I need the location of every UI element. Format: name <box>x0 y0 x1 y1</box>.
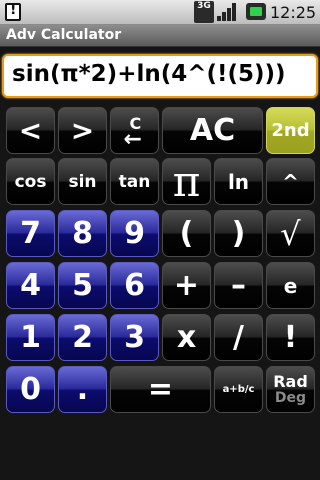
app-title-bar: Adv Calculator <box>0 25 320 47</box>
digit-4-button[interactable]: 4 <box>6 262 55 309</box>
factorial-label: ! <box>283 320 298 355</box>
euler-e-label: e <box>283 273 298 298</box>
cos-label: cos <box>14 171 47 192</box>
multiply-label: x <box>176 320 197 355</box>
equals-button[interactable]: = <box>110 366 211 413</box>
close-paren-label: ) <box>231 216 246 251</box>
network-type-label: 3G <box>197 1 211 11</box>
digit-3-label: 3 <box>124 320 145 355</box>
battery-charging-icon <box>246 3 266 20</box>
cursor-left-label: < <box>18 114 43 147</box>
sqrt-button[interactable]: √ <box>266 210 315 257</box>
cursor-left-button[interactable]: < <box>6 107 55 154</box>
pi-button[interactable]: π <box>162 158 211 205</box>
digit-9-button[interactable]: 9 <box>110 210 159 257</box>
equals-label: = <box>147 372 174 407</box>
digit-4-label: 4 <box>20 268 41 303</box>
sqrt-label: √ <box>280 214 301 253</box>
second-function-label: 2nd <box>271 120 310 141</box>
digit-0-label: 0 <box>20 372 41 407</box>
fraction-label: a+b/c <box>222 384 255 395</box>
deg-mode-label: Deg <box>274 389 307 406</box>
digit-7-label: 7 <box>20 216 41 251</box>
digit-9-label: 9 <box>124 216 145 251</box>
open-paren-button[interactable]: ( <box>162 210 211 257</box>
pi-label: π <box>172 158 201 205</box>
euler-e-button[interactable]: e <box>266 262 315 309</box>
network-type-icon: 3G <box>194 1 214 23</box>
sin-button[interactable]: sin <box>58 158 107 205</box>
tan-label: tan <box>118 171 151 192</box>
rad-mode-label: Rad <box>273 371 308 391</box>
open-paren-label: ( <box>179 216 194 251</box>
digit-2-label: 2 <box>72 320 93 355</box>
digit-2-button[interactable]: 2 <box>58 314 107 361</box>
all-clear-label: AC <box>189 113 236 148</box>
sin-label: sin <box>68 171 97 192</box>
cos-button[interactable]: cos <box>6 158 55 205</box>
divide-label: / <box>233 320 244 355</box>
expression-text: sin(π*2)+ln(4^(!(5))) <box>12 61 286 87</box>
power-label: ^ <box>282 169 299 194</box>
status-bar: 3G 12:25 <box>0 0 320 25</box>
plus-button[interactable]: + <box>162 262 211 309</box>
digit-8-label: 8 <box>72 216 93 251</box>
notification-alert-icon[interactable] <box>5 2 21 21</box>
second-function-button[interactable]: 2nd <box>266 107 315 154</box>
signal-strength-icon <box>217 3 239 21</box>
digit-6-button[interactable]: 6 <box>110 262 159 309</box>
angle-mode-button[interactable]: Rad Deg <box>266 366 315 413</box>
divide-button[interactable]: / <box>214 314 263 361</box>
cursor-right-label: > <box>70 114 95 147</box>
backspace-button[interactable]: C ← <box>110 107 159 154</box>
app-title: Adv Calculator <box>6 27 122 43</box>
plus-label: + <box>173 268 200 303</box>
digit-5-button[interactable]: 5 <box>58 262 107 309</box>
digit-0-button[interactable]: 0 <box>6 366 55 413</box>
power-button[interactable]: ^ <box>266 158 315 205</box>
all-clear-button[interactable]: AC <box>162 107 263 154</box>
digit-8-button[interactable]: 8 <box>58 210 107 257</box>
digit-1-label: 1 <box>20 320 41 355</box>
minus-label: – <box>231 268 246 303</box>
digit-5-label: 5 <box>72 268 93 303</box>
cursor-right-button[interactable]: > <box>58 107 107 154</box>
ln-label: ln <box>227 169 250 194</box>
digit-1-button[interactable]: 1 <box>6 314 55 361</box>
factorial-button[interactable]: ! <box>266 314 315 361</box>
ln-button[interactable]: ln <box>214 158 263 205</box>
backspace-icon: C ← <box>123 113 142 152</box>
minus-button[interactable]: – <box>214 262 263 309</box>
decimal-point-button[interactable]: . <box>58 366 107 413</box>
decimal-point-label: . <box>76 372 89 407</box>
expression-display[interactable]: sin(π*2)+ln(4^(!(5))) <box>2 54 318 98</box>
status-time: 12:25 <box>270 3 317 22</box>
digit-6-label: 6 <box>124 268 145 303</box>
close-paren-button[interactable]: ) <box>214 210 263 257</box>
multiply-button[interactable]: x <box>162 314 211 361</box>
digit-3-button[interactable]: 3 <box>110 314 159 361</box>
digit-7-button[interactable]: 7 <box>6 210 55 257</box>
tan-button[interactable]: tan <box>110 158 159 205</box>
fraction-button[interactable]: a+b/c <box>214 366 263 413</box>
